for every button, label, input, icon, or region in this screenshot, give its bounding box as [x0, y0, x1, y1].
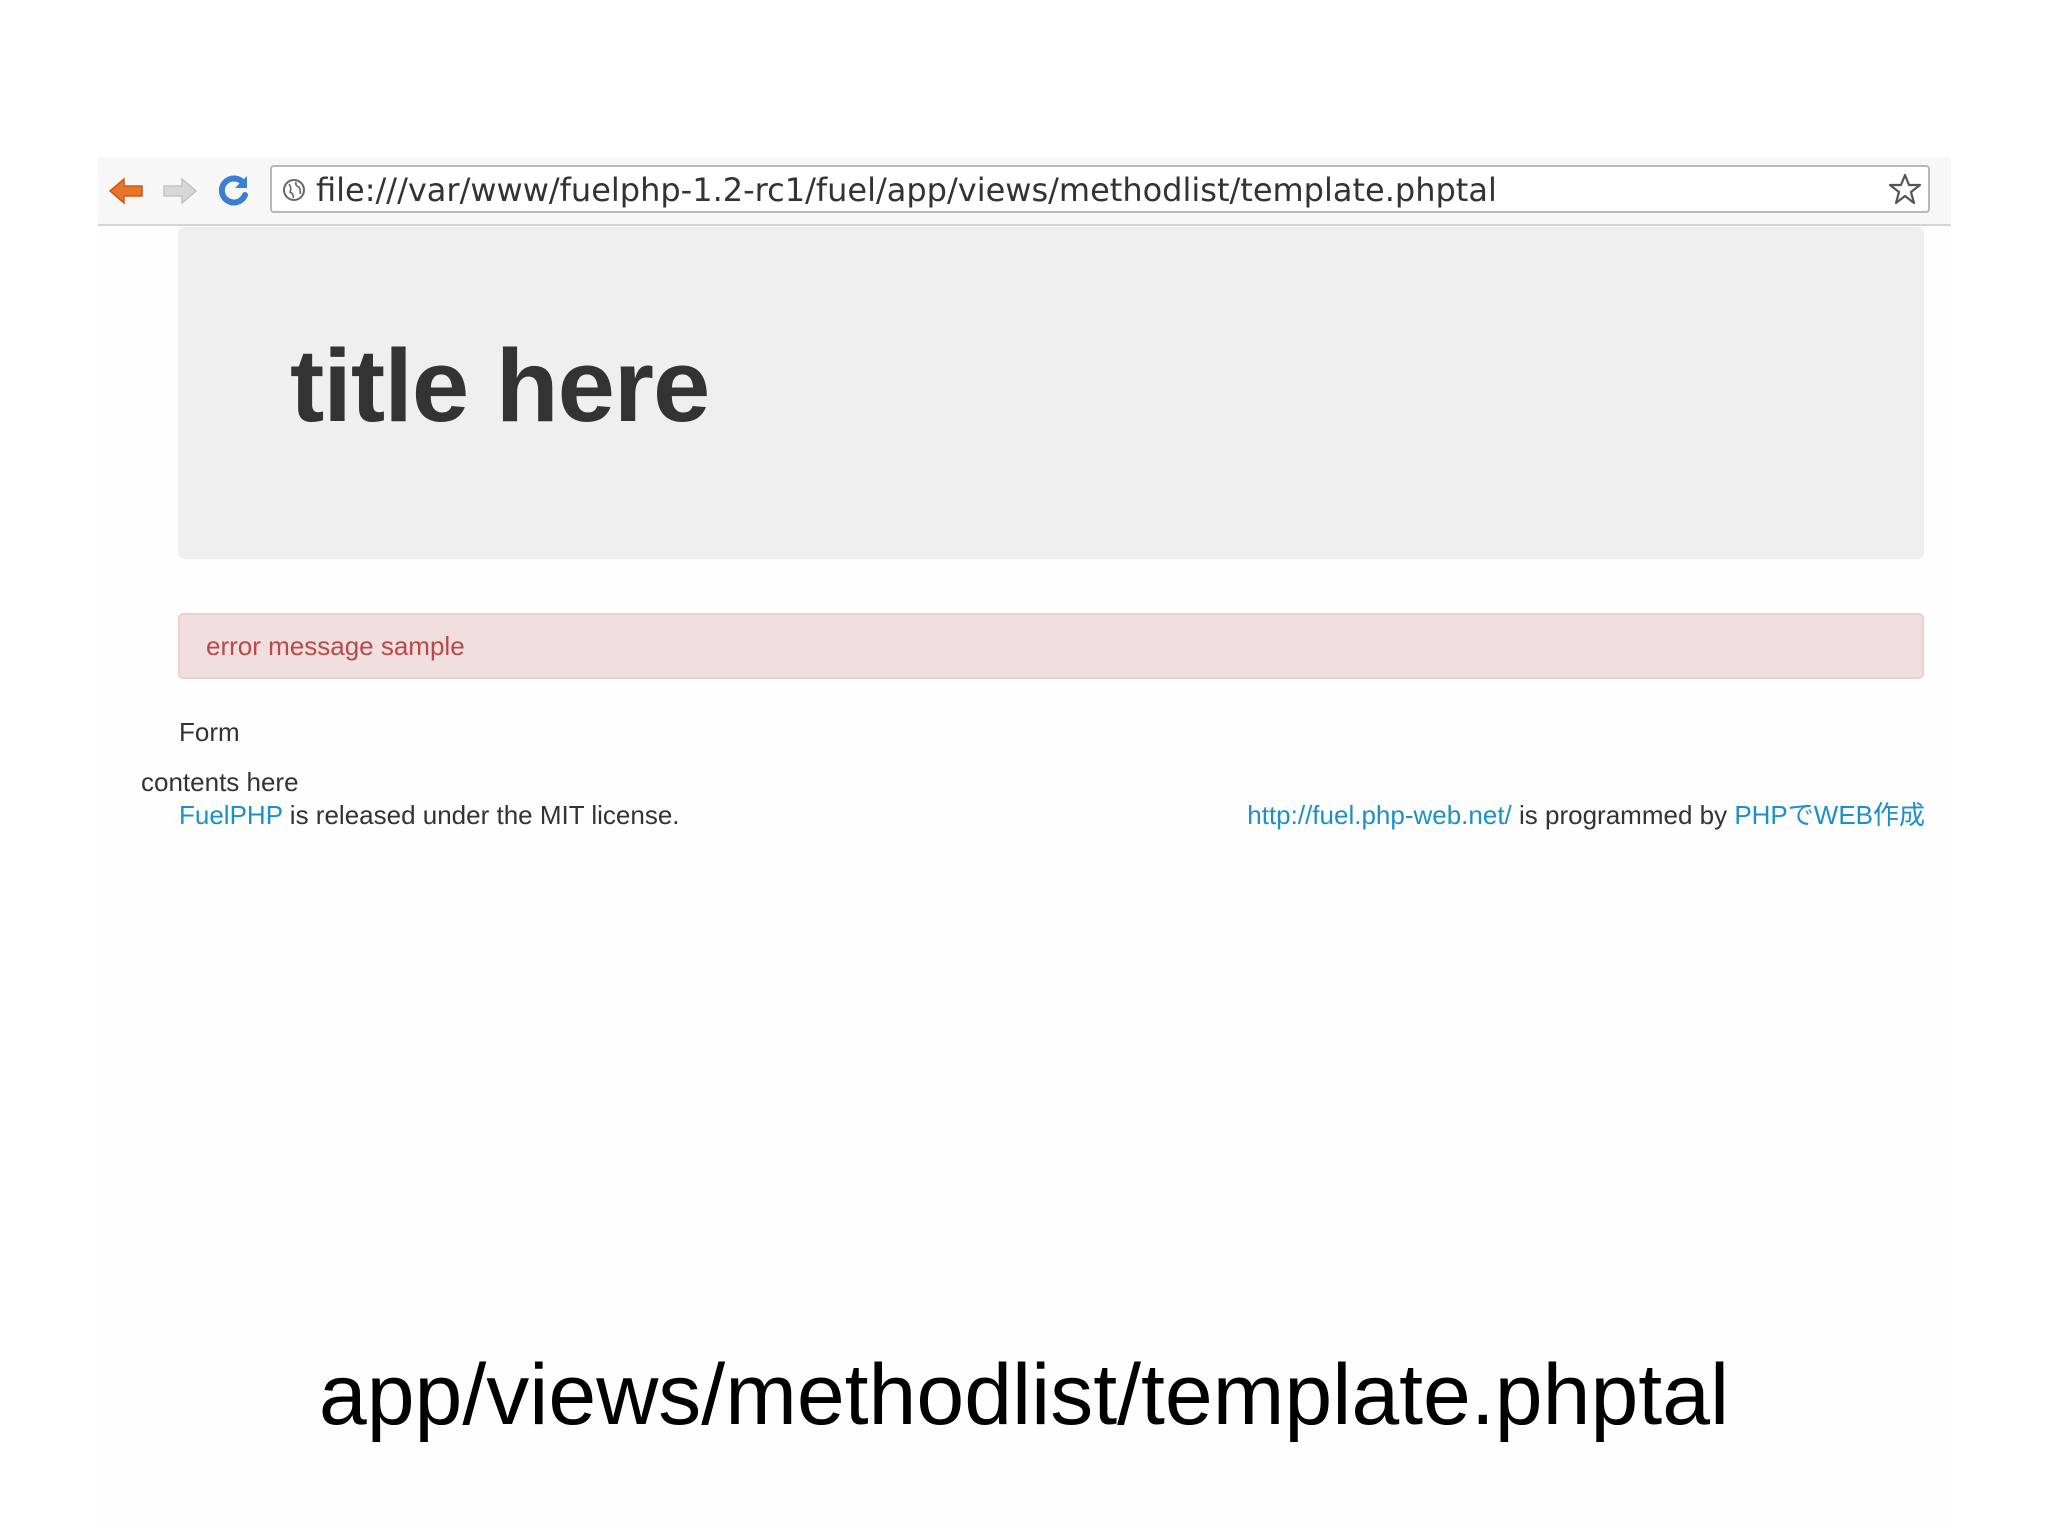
footer-license: FuelPHP is released under the MIT licens…: [179, 800, 680, 830]
url-text: file:///var/www/fuelphp-1.2-rc1/fuel/app…: [316, 171, 1497, 209]
programmed-by-text: is programmed by: [1511, 800, 1735, 830]
license-text: is released under the MIT license.: [282, 800, 680, 830]
address-bar[interactable]: file:///var/www/fuelphp-1.2-rc1/fuel/app…: [270, 165, 1930, 213]
reload-icon: [218, 175, 248, 206]
back-button[interactable]: [106, 171, 146, 211]
contents-text: contents here: [141, 767, 299, 797]
page-title: title here: [290, 328, 710, 443]
error-message: error message sample: [206, 631, 465, 661]
forward-button[interactable]: [160, 171, 200, 211]
hero-unit: title here: [178, 227, 1924, 559]
error-alert: error message sample: [178, 613, 1924, 679]
form-label: Form: [179, 717, 240, 747]
star-icon[interactable]: [1888, 172, 1922, 206]
arrow-left-icon: [108, 177, 143, 205]
footer-credit: http://fuel.php-web.net/ is programmed b…: [1247, 800, 1925, 830]
globe-icon: [283, 179, 305, 201]
browser-screenshot: file:///var/www/fuelphp-1.2-rc1/fuel/app…: [98, 157, 1951, 1529]
site-link[interactable]: http://fuel.php-web.net/: [1247, 800, 1512, 830]
slide-caption: app/views/methodlist/template.phptal: [318, 1347, 1730, 1443]
browser-toolbar: file:///var/www/fuelphp-1.2-rc1/fuel/app…: [98, 157, 1951, 226]
author-link[interactable]: PHPでWEB作成: [1734, 800, 1925, 830]
fuelphp-link[interactable]: FuelPHP: [179, 800, 283, 830]
reload-button[interactable]: [213, 171, 253, 211]
arrow-right-icon: [163, 177, 198, 205]
slide: file:///var/www/fuelphp-1.2-rc1/fuel/app…: [0, 0, 2048, 1536]
